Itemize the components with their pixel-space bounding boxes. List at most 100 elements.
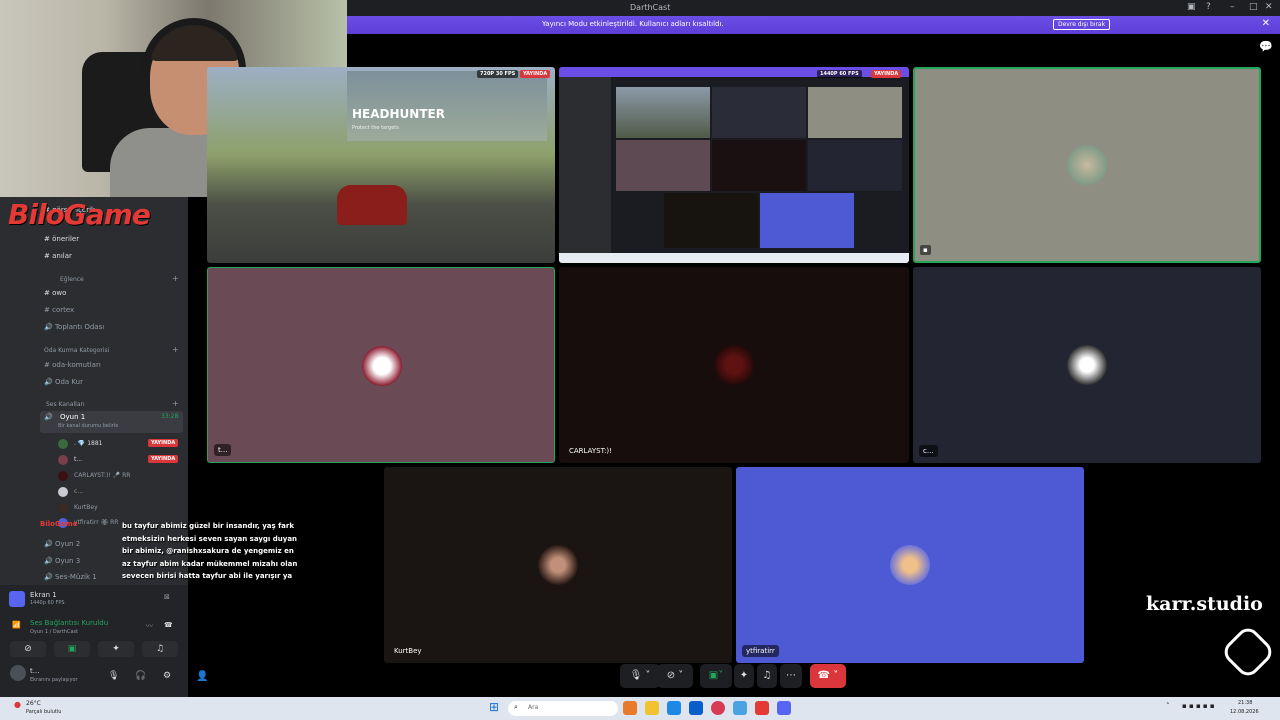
help-icon[interactable]: ? [1206, 2, 1211, 12]
user-tile-speaking[interactable]: ▪ [913, 67, 1261, 263]
channel-oda-komutlari[interactable]: # oda-komutları [44, 361, 101, 369]
screen-share-button[interactable]: ▣˅ [700, 664, 732, 688]
app-icon[interactable] [733, 701, 747, 715]
voice-connected[interactable]: Ses Bağlantısı Kuruldu [30, 619, 108, 627]
user-tile-carlayst[interactable]: CARLAYST:)! [559, 267, 909, 463]
user-tile-t[interactable]: t... [207, 267, 555, 463]
user-tile-kurtbey[interactable]: KurtBey [384, 467, 732, 663]
nested-tile [760, 193, 854, 248]
voice-channel-oyun-3[interactable]: 🔊 Oyun 3 [44, 557, 80, 565]
search-placeholder: Ara [528, 704, 539, 711]
chat-bubble-icon[interactable]: 💬 [1259, 40, 1273, 53]
game-subtitle: Protect the targets [352, 125, 399, 131]
close-banner-icon[interactable]: ✕ [1262, 18, 1270, 29]
voice-user[interactable]: KurtBey [74, 504, 98, 511]
avatar[interactable] [10, 665, 26, 681]
voice-channel-ses-muzik[interactable]: 🔊 Ses-Müzik 1 [44, 573, 97, 581]
user-tile-c[interactable]: c... [913, 267, 1261, 463]
toggle-camera-button[interactable]: ⊘ [10, 641, 46, 657]
discord-icon[interactable] [777, 701, 791, 715]
voice-channel-oyun-2[interactable]: 🔊 Oyun 2 [44, 540, 80, 548]
headphones-icon[interactable]: 🎧 [135, 671, 146, 681]
disconnect-icon[interactable]: ☎ [164, 621, 173, 629]
channel-anilar[interactable]: # anılar [44, 252, 72, 260]
soundboard-button[interactable]: ♫ [142, 641, 178, 657]
add-channel-icon[interactable]: + [172, 274, 179, 283]
channel-label: Oyun 3 [54, 557, 81, 565]
speaker-icon: 🔊 [44, 413, 53, 421]
avatar [1067, 345, 1107, 385]
channel-logo: BiloGame [8, 198, 151, 231]
voice-user[interactable]: c... [74, 488, 83, 495]
share-screen-button[interactable]: ▣ [54, 641, 90, 657]
screen-quality: 1440p 60 FPS [30, 600, 65, 606]
start-icon[interactable]: ⊞ [489, 700, 499, 714]
add-channel-icon[interactable]: + [172, 399, 179, 408]
activities-button[interactable]: ✦ [98, 641, 134, 657]
opera-icon[interactable] [711, 701, 725, 715]
call-timer: 33:28 [161, 413, 179, 420]
copilot-icon[interactable] [623, 701, 637, 715]
clock-time[interactable]: 21:38 [1238, 700, 1252, 706]
activities-icon[interactable]: ✦ [734, 664, 754, 688]
watermark: karr.studio [1146, 593, 1263, 615]
user-name[interactable]: t... [30, 667, 39, 675]
maximize-icon[interactable]: □ [1249, 2, 1258, 12]
add-channel-icon[interactable]: + [172, 345, 179, 354]
file-explorer-icon[interactable] [645, 701, 659, 715]
camera-button[interactable]: ⊘ ˅ [657, 664, 693, 688]
voice-location[interactable]: Oyun 1 / DarthCast [30, 629, 78, 635]
settings-gear-icon[interactable]: ⚙ [163, 671, 171, 681]
tile-label: ytfiratirr [742, 645, 779, 657]
user-tile-ytfiratirr[interactable]: ytfiratirr [736, 467, 1084, 663]
stream-tile-screen-share[interactable]: 1440P 60 FPS YAYINDA [559, 67, 909, 263]
channel-owo[interactable]: # owo [44, 289, 66, 297]
nested-tile [808, 140, 902, 191]
voice-channel-oyun-1[interactable]: 🔊 Oyun 1 33:28 Bir kanal durumu belirle [40, 411, 183, 433]
app-icon[interactable] [755, 701, 769, 715]
stream-tile-headhunter[interactable]: HEADHUNTER Protect the targets 720P 30 F… [207, 67, 555, 263]
voice-user[interactable]: . 💎 1881 [74, 440, 102, 447]
leave-call-button[interactable]: ☎ ˅ [810, 664, 846, 688]
stop-stream-icon[interactable]: ⊠ [164, 593, 170, 601]
edge-icon[interactable] [667, 701, 681, 715]
taskbar-search[interactable]: ⌕ Ara [508, 701, 618, 716]
mic-indicator-icon: ▪ [920, 245, 931, 255]
inbox-icon[interactable]: ▣ [1187, 2, 1196, 12]
avatar [362, 346, 402, 386]
game-title: HEADHUNTER [352, 107, 445, 121]
clock-date[interactable]: 12.08.2026 [1230, 709, 1259, 715]
noise-suppression-icon[interactable]: 〰 [146, 621, 153, 631]
tile-label: c... [919, 445, 938, 457]
microphone-icon[interactable]: 🎙 [108, 671, 119, 681]
channel-label: Oyun 1 [60, 413, 86, 421]
nested-tile [616, 87, 710, 138]
close-window-icon[interactable]: ✕ [1265, 2, 1273, 12]
category-ses[interactable]: Ses Kanalları [46, 401, 85, 408]
weather-desc[interactable]: Parçalı bulutlu [26, 709, 61, 715]
category-oda[interactable]: Oda Kurma Kategorisi [44, 347, 109, 354]
weather-temp[interactable]: 26°C [26, 700, 41, 707]
avatar [58, 503, 68, 513]
disable-streamer-mode-button[interactable]: Devre dışı bırak [1053, 19, 1111, 30]
tray-icons[interactable]: ▪ ▪ ▪ ▪ ▪ [1182, 702, 1215, 710]
channel-status[interactable]: Bir kanal durumu belirle [58, 423, 118, 429]
chat-message: bu tayfur abimiz güzel bir insandır, yaş… [122, 522, 298, 580]
more-options-icon[interactable]: ⋯ [780, 664, 802, 688]
voice-user[interactable]: CARLAYST:)! 🎤 RR [74, 472, 130, 479]
voice-user[interactable]: ytfiratirr 🏵 RR [74, 519, 118, 526]
add-friend-icon[interactable]: 👤 [196, 671, 208, 682]
minimize-icon[interactable]: – [1230, 2, 1235, 12]
voice-user[interactable]: t... [74, 456, 82, 463]
voice-channel-oda-kur[interactable]: 🔊 Oda Kur [44, 378, 83, 386]
channel-cortex[interactable]: # cortex [44, 306, 74, 314]
soundboard-icon[interactable]: ♫ [757, 664, 777, 688]
category-eglence[interactable]: Eğlence [60, 276, 84, 283]
store-icon[interactable] [689, 701, 703, 715]
studio-logo-icon [1219, 623, 1277, 681]
windows-taskbar: ● 26°C Parçalı bulutlu ⊞ ⌕ Ara ˄ ▪ ▪ ▪ ▪… [0, 697, 1280, 720]
mute-button[interactable]: 🎙 ˅ [620, 664, 660, 688]
tray-chevron-icon[interactable]: ˄ [1166, 702, 1170, 710]
avatar [890, 545, 930, 585]
voice-channel-toplanti[interactable]: 🔊 Toplantı Odası [44, 323, 104, 331]
